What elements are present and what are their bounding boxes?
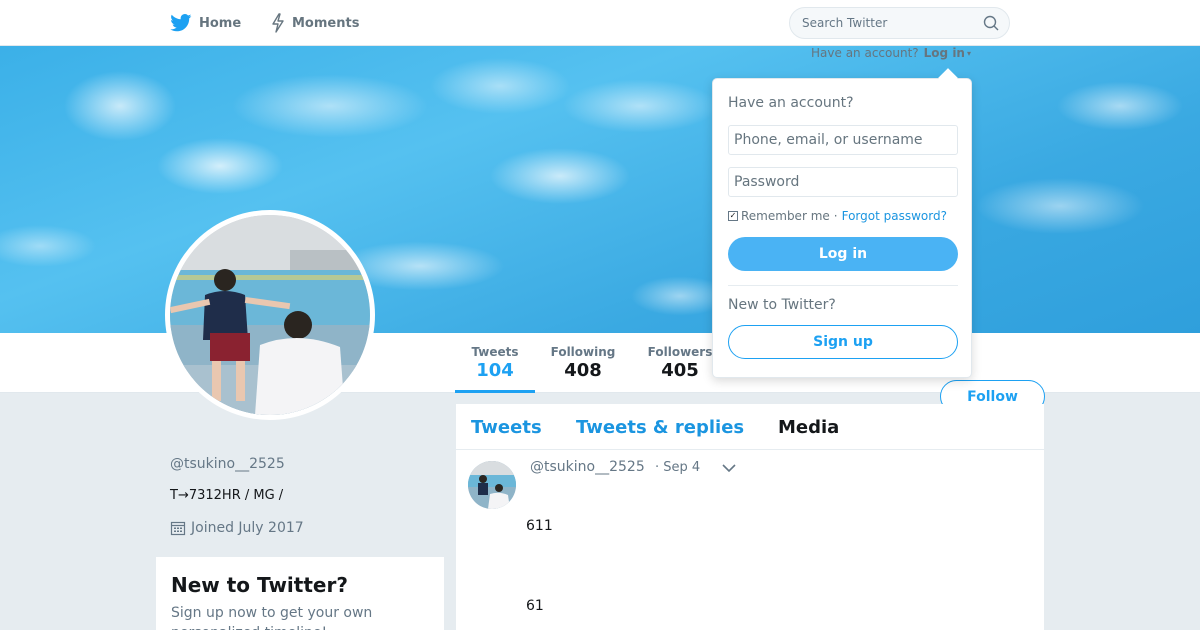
remember-row: ✓ Remember me · Forgot password? [728,209,947,223]
avatar[interactable] [165,210,375,420]
separator-dot: · [833,209,838,223]
chevron-down-icon[interactable] [722,463,736,473]
tab-media[interactable]: Media [778,417,839,438]
login-dropdown-title: Have an account? [728,95,854,111]
profile-handle: @tsukino__2525 [170,456,285,472]
stat-followers-value: 405 [661,360,699,381]
calendar-icon [170,521,186,536]
profile-joined-label: Joined July 2017 [191,520,304,536]
tweet-text-line: 61 [526,598,544,614]
new-to-twitter-label: New to Twitter? [728,297,836,313]
nav-home-label: Home [199,15,242,31]
tab-tweets-replies[interactable]: Tweets & replies [576,417,744,438]
login-dropdown: Have an account? ✓ Remember me · Forgot … [712,78,972,378]
timeline: Tweets Tweets & replies Media @tsukino__… [456,404,1044,630]
stat-tweets[interactable]: Tweets 104 [455,345,535,393]
nav-moments-label: Moments [292,15,360,31]
search-input[interactable] [802,14,972,32]
tweet-text-line: 611 [526,518,553,534]
tab-tweets[interactable]: Tweets [471,417,542,438]
profile-bio: T→7312HR / MG / [170,488,284,503]
signup-card-text: Sign up now to get your own personalized… [171,605,373,630]
header-login-text: Have an account? [811,46,919,60]
top-nav: Home Moments [0,0,1200,46]
tweet-date[interactable]: · Sep 4 [655,460,700,475]
header-login-link[interactable]: Log in [924,46,965,60]
stat-tweets-label: Tweets [471,345,519,359]
nav-home[interactable]: Home [170,12,241,34]
tweet-avatar[interactable] [468,461,516,509]
search-box [789,7,1010,39]
signup-button[interactable]: Sign up [728,325,958,359]
search-icon[interactable] [983,15,999,31]
stat-followers-label: Followers [647,345,713,359]
timeline-tabs: Tweets Tweets & replies Media [456,404,1044,450]
remember-label[interactable]: Remember me [741,209,830,223]
stat-followers[interactable]: Followers 405 [645,345,715,381]
chevron-down-icon[interactable]: ▾ [967,49,971,58]
nav-moments[interactable]: Moments [271,12,359,34]
lightning-icon [272,13,284,33]
stat-following-value: 408 [564,360,602,381]
twitter-bird-icon [170,14,192,32]
tweet-handle[interactable]: @tsukino__2525 [530,459,645,475]
tweet-avatar-photo [468,461,516,509]
avatar-photo [170,215,370,415]
divider [728,285,958,286]
profile-joined: Joined July 2017 [170,520,304,536]
password-field[interactable] [728,167,958,197]
header-login-prompt: Have an account? Log in ▾ [811,46,971,60]
signup-card: New to Twitter? Sign up now to get your … [156,557,444,630]
stat-tweets-value: 104 [476,360,514,381]
signup-card-title: New to Twitter? [171,573,348,597]
stat-following[interactable]: Following 408 [545,345,621,381]
login-button[interactable]: Log in [728,237,958,271]
stat-following-label: Following [550,345,616,359]
forgot-password-link[interactable]: Forgot password? [842,209,947,223]
remember-checkbox[interactable]: ✓ [728,211,738,221]
username-field[interactable] [728,125,958,155]
